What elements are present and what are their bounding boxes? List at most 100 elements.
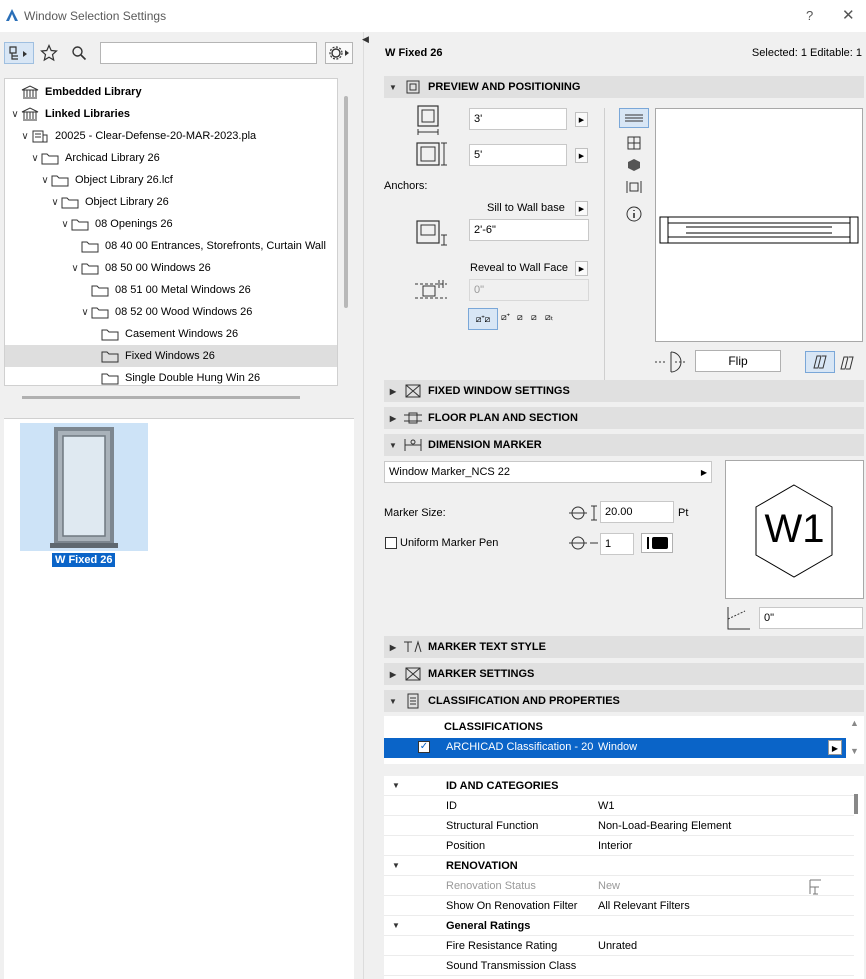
tree-vertical-scrollbar[interactable]: [344, 96, 348, 308]
reveal-depth-field[interactable]: 0": [469, 279, 589, 301]
section-fixed-window-settings[interactable]: ▶ FIXED WINDOW SETTINGS: [384, 380, 864, 402]
property-row[interactable]: Renovation Status New: [384, 876, 854, 896]
classification-checkbox[interactable]: ✓: [418, 741, 430, 753]
expand-chevron-icon[interactable]: ∨: [9, 109, 21, 120]
tree-item[interactable]: ∨ Object Library 26.lcf: [5, 169, 337, 191]
tree-item[interactable]: ∨ Object Library 26: [5, 191, 337, 213]
collapse-left-panel-icon[interactable]: ◀: [362, 34, 369, 45]
expanded-triangle-icon[interactable]: ▼: [392, 921, 400, 930]
scroll-down-icon[interactable]: ▼: [850, 746, 859, 756]
favorites-button[interactable]: [38, 42, 60, 64]
tree-item[interactable]: Casement Windows 26: [5, 323, 337, 345]
tree-item[interactable]: ∨ Linked Libraries: [5, 103, 337, 125]
sill-anchor-label[interactable]: Sill to Wall base: [487, 202, 565, 214]
reveal-mode-4-button[interactable]: ⧄: [531, 312, 537, 323]
property-value[interactable]: Unrated: [598, 940, 637, 952]
section-marker-text-style[interactable]: ▶ MARKER TEXT STYLE: [384, 636, 864, 658]
expand-chevron-icon[interactable]: ∨: [19, 131, 31, 142]
collapsed-triangle-icon: ▶: [389, 669, 397, 679]
uniform-pen-label[interactable]: Uniform Marker Pen: [400, 537, 498, 549]
library-view-button[interactable]: [4, 42, 34, 64]
property-row[interactable]: Sound Transmission Class: [384, 956, 854, 976]
marker-type-select[interactable]: Window Marker_NCS 22 ▶: [384, 461, 712, 483]
panel-divider[interactable]: [363, 32, 375, 979]
property-group-row[interactable]: ▼ RENOVATION: [384, 856, 854, 876]
reveal-anchor-label[interactable]: Reveal to Wall Face: [470, 262, 568, 274]
library-settings-button[interactable]: [325, 42, 353, 64]
elevation-view-icon[interactable]: [627, 136, 641, 150]
flip-button[interactable]: Flip: [695, 350, 781, 372]
reveal-mode-3-button[interactable]: ⧄: [517, 312, 523, 323]
property-row[interactable]: Fire Resistance Rating Unrated: [384, 936, 854, 956]
marker-angle-field[interactable]: 0": [759, 607, 863, 629]
sill-anchor-button[interactable]: ▶: [575, 201, 588, 216]
tree-item[interactable]: 08 40 00 Entrances, Storefronts, Curtain…: [5, 235, 337, 257]
section-floor-plan[interactable]: ▶ FLOOR PLAN AND SECTION: [384, 407, 864, 429]
reveal-anchor-button[interactable]: ▶: [575, 261, 588, 276]
property-row[interactable]: ID W1: [384, 796, 854, 816]
width-options-button[interactable]: ▶: [575, 112, 588, 127]
mirror-right-button[interactable]: [839, 355, 855, 374]
tree-item[interactable]: ∨ 08 50 00 Windows 26: [5, 257, 337, 279]
property-group-row[interactable]: ▼ ID AND CATEGORIES: [384, 776, 854, 796]
width-field[interactable]: 3': [469, 108, 567, 130]
reveal-mode-2-button[interactable]: ⧄⁺: [501, 312, 510, 323]
flip-icon: [655, 351, 687, 373]
expand-chevron-icon[interactable]: ∨: [79, 307, 91, 318]
search-button[interactable]: [68, 42, 90, 64]
help-button[interactable]: ?: [806, 8, 813, 23]
property-value[interactable]: New: [598, 880, 620, 892]
reveal-mode-1-button[interactable]: ⧄⁺⧄: [468, 308, 498, 330]
property-value[interactable]: Interior: [598, 840, 632, 852]
marker-size-field[interactable]: 20.00: [600, 501, 674, 523]
tree-item[interactable]: Single Double Hung Win 26: [5, 367, 337, 385]
section-dimension-marker[interactable]: ▼ DIMENSION MARKER: [384, 434, 864, 456]
property-value[interactable]: All Relevant Filters: [598, 900, 690, 912]
properties-scrollbar[interactable]: [854, 794, 858, 814]
expand-chevron-icon[interactable]: ∨: [39, 175, 51, 186]
section-view-icon[interactable]: [626, 180, 642, 194]
section-preview-positioning[interactable]: ▼ PREVIEW AND POSITIONING: [384, 76, 864, 98]
property-row[interactable]: Structural Function Non-Load-Bearing Elem…: [384, 816, 854, 836]
section-marker-settings[interactable]: ▶ MARKER SETTINGS: [384, 663, 864, 685]
section-classification-properties[interactable]: ▼ CLASSIFICATION AND PROPERTIES: [384, 690, 864, 712]
expand-chevron-icon[interactable]: ∨: [49, 197, 61, 208]
search-input[interactable]: [100, 42, 317, 64]
plan-view-button[interactable]: [619, 108, 649, 128]
pen-number-field[interactable]: 1: [600, 533, 634, 555]
tree-item[interactable]: Embedded Library: [5, 81, 337, 103]
tree-item[interactable]: ∨ Archicad Library 26: [5, 147, 337, 169]
reveal-mode-5-button[interactable]: ⧄ₜ: [545, 312, 553, 323]
info-icon[interactable]: [626, 206, 642, 222]
close-button[interactable]: ✕: [842, 6, 855, 24]
tree-horizontal-scrollbar[interactable]: [22, 396, 300, 399]
height-field[interactable]: 5': [469, 144, 567, 166]
tree-item[interactable]: ∨ 20025 - Clear-Defense-20-MAR-2023.pla: [5, 125, 337, 147]
scroll-up-icon[interactable]: ▲: [850, 718, 859, 728]
property-group-row[interactable]: ▼ General Ratings: [384, 916, 854, 936]
tree-item[interactable]: Fixed Windows 26: [5, 345, 337, 367]
expand-chevron-icon[interactable]: ∨: [29, 153, 41, 164]
object-thumbnail[interactable]: [20, 423, 148, 551]
thumbnail-label[interactable]: W Fixed 26: [52, 553, 116, 567]
mirror-left-button[interactable]: [805, 351, 835, 373]
tree-item[interactable]: ∨ 08 52 00 Wood Windows 26: [5, 301, 337, 323]
renovation-override-icon[interactable]: [807, 878, 825, 896]
expanded-triangle-icon[interactable]: ▼: [392, 861, 400, 870]
tree-item[interactable]: 08 51 00 Metal Windows 26: [5, 279, 337, 301]
expanded-triangle-icon[interactable]: ▼: [392, 781, 400, 790]
sill-height-field[interactable]: 2'-6": [469, 219, 589, 241]
pen-color-button[interactable]: [641, 533, 673, 553]
height-options-button[interactable]: ▶: [575, 148, 588, 163]
uniform-pen-checkbox[interactable]: [385, 537, 397, 549]
property-row[interactable]: Show On Renovation Filter All Relevant Fi…: [384, 896, 854, 916]
property-value[interactable]: Non-Load-Bearing Element: [598, 820, 731, 832]
tree-item[interactable]: ∨ 08 Openings 26: [5, 213, 337, 235]
3d-view-icon[interactable]: [627, 158, 641, 172]
property-value[interactable]: W1: [598, 800, 615, 812]
expand-chevron-icon[interactable]: ∨: [69, 263, 81, 274]
classification-row[interactable]: ✓ ARCHICAD Classification - 20 Window ▶: [384, 738, 846, 758]
property-row[interactable]: Position Interior: [384, 836, 854, 856]
classification-options-button[interactable]: ▶: [828, 740, 842, 755]
expand-chevron-icon[interactable]: ∨: [59, 219, 71, 230]
